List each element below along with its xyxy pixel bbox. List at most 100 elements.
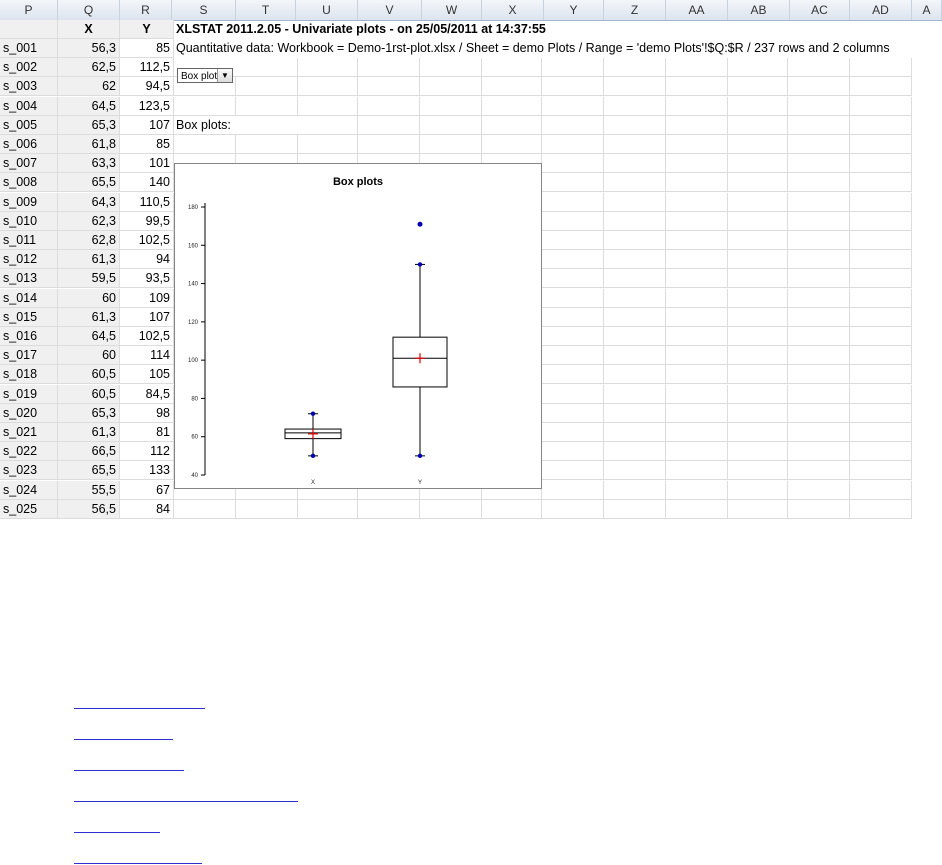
empty-cell[interactable] [850,96,912,116]
column-header[interactable]: AD [850,0,912,20]
empty-cell[interactable] [666,461,728,481]
empty-cell[interactable] [604,269,666,289]
empty-cell[interactable] [542,327,604,346]
empty-cell[interactable] [788,135,850,154]
empty-cell[interactable] [850,135,912,154]
empty-cell[interactable] [788,403,850,423]
empty-cell[interactable] [666,403,728,423]
x-value-cell[interactable]: 59,5 [58,269,120,289]
empty-cell[interactable] [298,499,358,519]
empty-cell[interactable] [788,192,850,212]
empty-cell[interactable] [850,384,912,404]
x-value-cell[interactable]: 61,3 [58,423,120,442]
empty-cell[interactable] [788,307,850,327]
empty-cell[interactable] [420,115,482,135]
y-value-cell[interactable]: 85 [120,135,174,154]
y-value-cell[interactable]: 81 [120,423,174,442]
y-value-cell[interactable]: 102,5 [120,231,174,250]
x-value-cell[interactable]: 61,3 [58,250,120,270]
empty-cell[interactable] [728,307,788,327]
empty-cell[interactable] [604,346,666,366]
empty-cell[interactable] [482,96,542,116]
column-header[interactable]: R [120,0,172,20]
empty-cell[interactable] [666,442,728,462]
empty-cell[interactable] [850,480,912,500]
empty-cell[interactable] [542,461,604,481]
y-value-cell[interactable]: 94,5 [120,77,174,97]
row-id-cell[interactable]: s_021 [0,423,58,442]
empty-cell[interactable] [604,58,666,78]
empty-cell[interactable] [728,77,788,97]
empty-cell[interactable] [420,499,482,519]
empty-cell[interactable] [298,135,358,154]
column-header[interactable]: U [296,0,358,20]
empty-cell[interactable] [728,192,788,212]
empty-cell[interactable] [788,250,850,270]
empty-cell[interactable] [850,346,912,366]
empty-cell[interactable] [236,96,298,116]
empty-cell[interactable] [666,192,728,212]
empty-cell[interactable] [236,135,298,154]
empty-cell[interactable] [358,77,420,97]
empty-cell[interactable] [788,269,850,289]
x-value-cell[interactable]: 62,3 [58,211,120,231]
y-value-cell[interactable]: 110,5 [120,192,174,212]
empty-cell[interactable] [666,154,728,174]
empty-cell[interactable] [542,442,604,462]
empty-cell[interactable] [728,231,788,250]
empty-cell[interactable] [728,346,788,366]
empty-cell[interactable] [850,77,912,97]
row-id-cell[interactable]: s_003 [0,77,58,97]
empty-cell[interactable] [850,173,912,193]
empty-cell[interactable] [666,211,728,231]
empty-cell[interactable] [666,269,728,289]
column-header[interactable]: AA [666,0,728,20]
empty-cell[interactable] [604,499,666,519]
empty-cell[interactable] [542,231,604,250]
empty-cell[interactable] [666,423,728,442]
empty-cell[interactable] [604,211,666,231]
empty-cell[interactable] [482,115,542,135]
empty-cell[interactable] [850,442,912,462]
y-value-cell[interactable]: 114 [120,346,174,366]
empty-cell[interactable] [666,115,728,135]
empty-cell[interactable] [482,499,542,519]
empty-cell[interactable] [542,384,604,404]
empty-cell[interactable] [420,135,482,154]
x-value-cell[interactable]: 56,5 [58,499,120,519]
x-value-cell[interactable]: 66,5 [58,442,120,462]
row-id-cell[interactable]: s_020 [0,403,58,423]
empty-cell[interactable] [604,288,666,308]
empty-cell[interactable] [174,135,236,154]
empty-cell[interactable] [358,96,420,116]
empty-cell[interactable] [728,403,788,423]
empty-cell[interactable] [174,96,236,116]
empty-cell[interactable] [788,58,850,78]
row-id-cell[interactable]: s_015 [0,307,58,327]
row-id-cell[interactable]: s_009 [0,192,58,212]
empty-cell[interactable] [604,365,666,385]
empty-cell[interactable] [604,327,666,346]
navigation-link[interactable] [74,739,173,740]
row-id-cell[interactable]: s_002 [0,58,58,78]
empty-cell[interactable] [666,499,728,519]
empty-cell[interactable] [728,58,788,78]
empty-cell[interactable] [728,327,788,346]
empty-cell[interactable] [788,231,850,250]
column-header[interactable]: S [172,0,236,20]
empty-cell[interactable] [788,365,850,385]
row-id-cell[interactable]: s_011 [0,231,58,250]
empty-cell[interactable] [728,211,788,231]
empty-cell[interactable] [788,211,850,231]
empty-cell[interactable] [542,288,604,308]
row-id-cell[interactable]: s_022 [0,442,58,462]
empty-cell[interactable] [666,480,728,500]
empty-cell[interactable] [604,250,666,270]
empty-cell[interactable] [666,173,728,193]
y-value-cell[interactable]: 109 [120,288,174,308]
empty-cell[interactable] [542,135,604,154]
empty-cell[interactable] [788,384,850,404]
column-header[interactable]: Q [58,0,120,20]
empty-cell[interactable] [728,135,788,154]
empty-cell[interactable] [604,154,666,174]
